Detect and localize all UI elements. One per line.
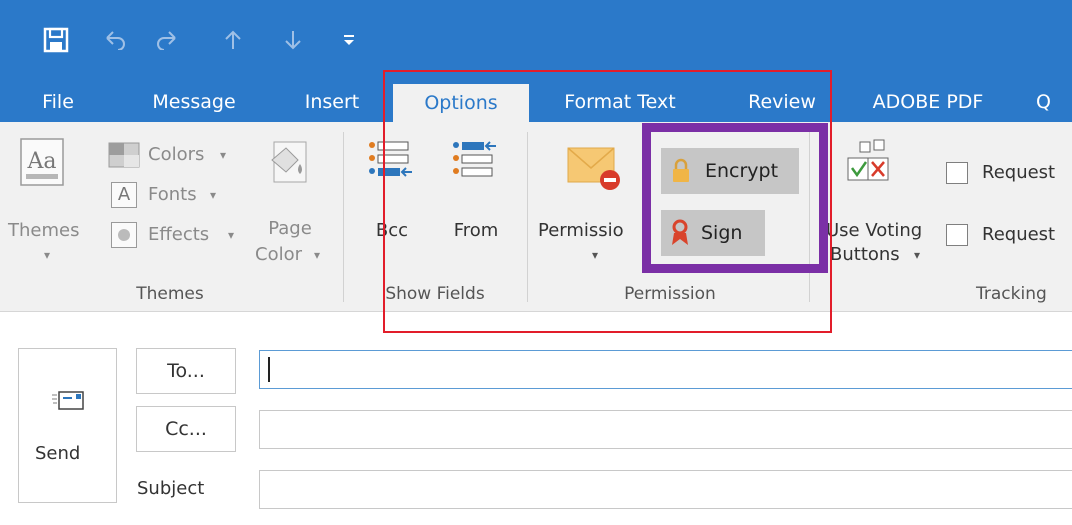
undo-icon[interactable] <box>98 22 132 58</box>
page-color-button[interactable]: Page Color ▾ <box>252 130 332 280</box>
fonts-icon: A <box>111 182 137 208</box>
chevron-down-icon: ▾ <box>228 228 235 242</box>
send-envelope-icon <box>52 391 84 410</box>
group-label-tracking: Tracking <box>976 284 1047 304</box>
request-delivery-checkbox[interactable] <box>946 162 968 184</box>
page-color-label: Page <box>268 218 312 239</box>
page-color-label-2: Color <box>255 244 302 265</box>
colors-icon <box>108 142 140 168</box>
request-read-checkbox[interactable] <box>946 224 968 246</box>
svg-text:Aa: Aa <box>26 149 56 174</box>
group-separator <box>343 132 344 302</box>
up-arrow-icon[interactable] <box>218 22 248 58</box>
fonts-label: Fonts <box>148 184 197 205</box>
save-icon[interactable] <box>36 22 76 58</box>
tab-tell-me[interactable]: Q <box>1036 82 1072 122</box>
colors-label: Colors <box>148 144 205 165</box>
text-caret <box>268 357 270 382</box>
effects-icon <box>111 222 137 248</box>
chevron-down-icon: ▾ <box>210 188 217 202</box>
send-label: Send <box>35 443 81 464</box>
cc-input[interactable] <box>259 410 1072 449</box>
voting-buttons-button[interactable]: Use Voting Buttons ▾ <box>826 130 936 280</box>
down-arrow-icon[interactable] <box>278 22 308 58</box>
tab-message[interactable]: Message <box>138 82 250 122</box>
to-input[interactable] <box>259 350 1072 389</box>
chevron-down-icon: ▾ <box>44 248 51 262</box>
voting-icon <box>847 139 889 181</box>
voting-label: Use Voting <box>826 220 923 241</box>
colors-button[interactable]: Colors ▾ <box>108 140 238 170</box>
effects-button[interactable]: Effects ▾ <box>108 220 248 250</box>
tab-insert[interactable]: Insert <box>290 82 374 122</box>
request-read-label: Request <box>982 224 1056 245</box>
subject-label: Subject <box>137 478 205 499</box>
page-color-icon <box>271 141 307 183</box>
themes-label: Themes <box>8 220 80 241</box>
outlook-compose-window: File Message Insert Options Format Text … <box>0 0 1072 525</box>
voting-label-2: Buttons <box>830 244 900 265</box>
customize-toolbar-icon[interactable] <box>336 22 362 58</box>
fonts-button[interactable]: A Fonts ▾ <box>108 180 238 210</box>
themes-icon: Aa <box>20 138 64 186</box>
chevron-down-icon: ▾ <box>314 248 321 262</box>
group-label-themes: Themes <box>136 284 204 304</box>
highlight-purple-box <box>642 123 828 273</box>
chevron-down-icon: ▾ <box>220 148 227 162</box>
chevron-down-icon: ▾ <box>914 248 921 262</box>
subject-input[interactable] <box>259 470 1072 509</box>
tab-file[interactable]: File <box>28 82 88 122</box>
themes-button[interactable]: Aa Themes ▾ <box>8 130 104 280</box>
effects-label: Effects <box>148 224 210 245</box>
send-button[interactable]: Send <box>18 348 117 503</box>
request-delivery-label: Request <box>982 162 1056 183</box>
redo-icon[interactable] <box>150 22 184 58</box>
cc-button[interactable]: Cc... <box>136 406 236 452</box>
to-button[interactable]: To... <box>136 348 236 394</box>
tab-adobe-pdf[interactable]: ADOBE PDF <box>860 82 996 122</box>
